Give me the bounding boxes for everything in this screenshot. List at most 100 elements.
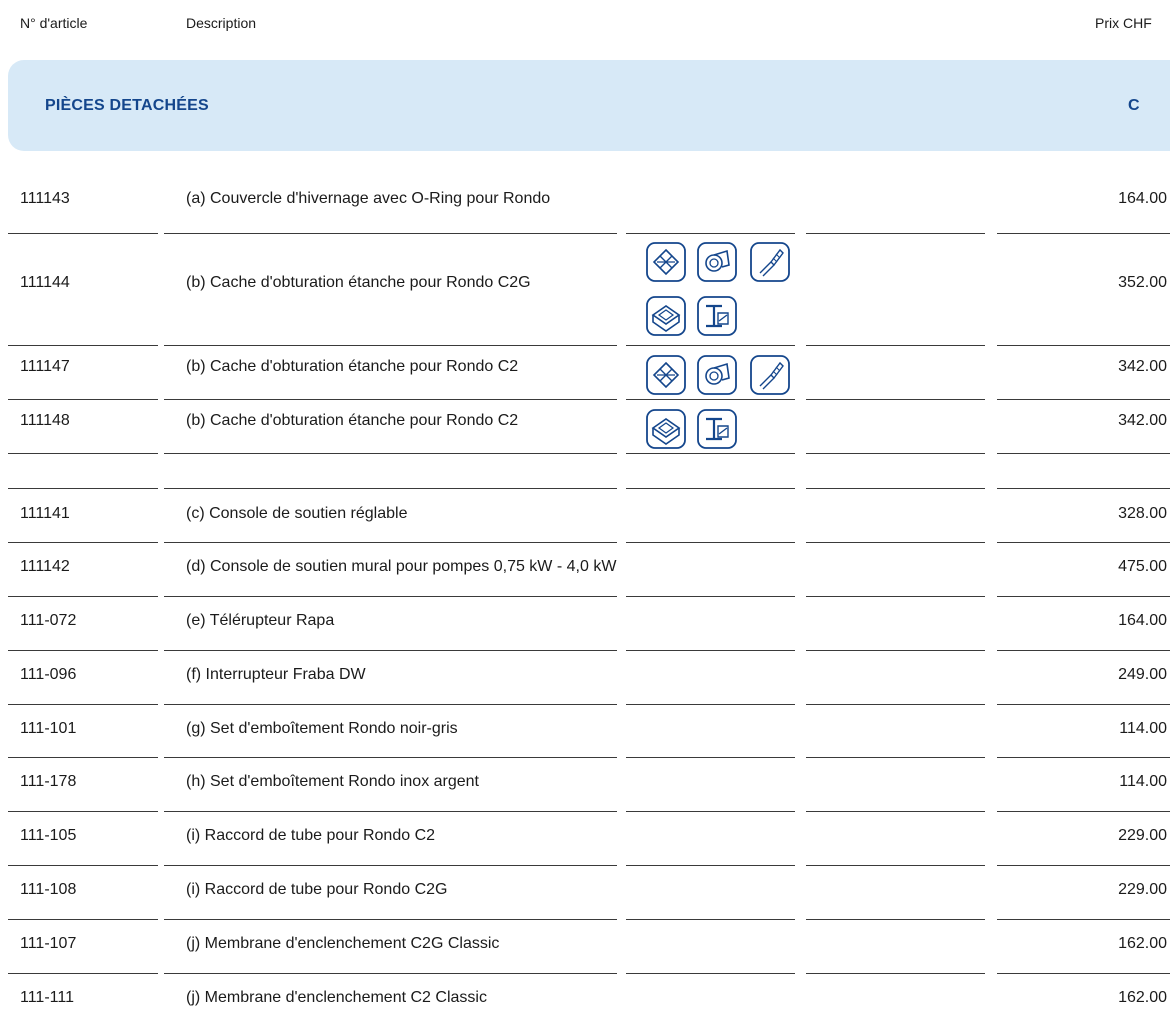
- row-divider: [164, 919, 617, 920]
- table-row-article: 111142: [20, 558, 70, 575]
- table-row-price: 229.00: [1118, 827, 1167, 844]
- table-row-description: (i) Raccord de tube pour Rondo C2: [186, 827, 436, 844]
- row-divider: [806, 488, 985, 489]
- row-divider: [8, 973, 158, 974]
- row-divider: [164, 488, 617, 489]
- row-divider: [626, 542, 795, 543]
- row-divider: [626, 488, 795, 489]
- row-divider: [164, 704, 617, 705]
- row-divider: [164, 757, 617, 758]
- row-divider: [8, 650, 158, 651]
- row-divider: [164, 453, 617, 454]
- column-header-article: N° d'article: [20, 15, 88, 31]
- roll-icon: [696, 241, 738, 283]
- row-divider: [806, 399, 985, 400]
- row-divider: [997, 919, 1170, 920]
- table-row-price: 328.00: [1118, 505, 1167, 522]
- table-row-description: (i) Raccord de tube pour Rondo C2G: [186, 881, 448, 898]
- table-row-description: (b) Cache d'obturation étanche pour Rond…: [186, 412, 519, 429]
- row-divider: [8, 453, 158, 454]
- row-divider: [626, 650, 795, 651]
- table-row-description: (b) Cache d'obturation étanche pour Rond…: [186, 358, 519, 375]
- ibeam-icon: [696, 408, 738, 450]
- row-divider: [806, 650, 985, 651]
- row-divider: [626, 596, 795, 597]
- row-divider: [626, 973, 795, 974]
- row-divider: [8, 919, 158, 920]
- table-row-description: (g) Set d'emboîtement Rondo noir-gris: [186, 720, 458, 737]
- row-divider: [164, 865, 617, 866]
- row-divider: [997, 399, 1170, 400]
- row-divider: [626, 233, 795, 234]
- row-divider: [8, 704, 158, 705]
- row-divider: [997, 865, 1170, 866]
- row-divider: [806, 233, 985, 234]
- brush-icon: [749, 354, 791, 396]
- row-divider: [806, 865, 985, 866]
- table-row-description: (j) Membrane d'enclenchement C2 Classic: [186, 989, 487, 1006]
- row-divider: [997, 453, 1170, 454]
- table-row-price: 475.00: [1118, 558, 1167, 575]
- row-divider: [997, 596, 1170, 597]
- row-divider: [997, 973, 1170, 974]
- tile-icon: [645, 241, 687, 283]
- row-divider: [8, 596, 158, 597]
- row-divider: [164, 650, 617, 651]
- row-divider: [997, 488, 1170, 489]
- table-row-price: 229.00: [1118, 881, 1167, 898]
- row-divider: [8, 757, 158, 758]
- row-divider: [806, 345, 985, 346]
- table-row-price: 164.00: [1118, 190, 1167, 207]
- row-divider: [164, 399, 617, 400]
- row-divider: [8, 233, 158, 234]
- table-row-price: 162.00: [1118, 989, 1167, 1006]
- table-row-article: 111-105: [20, 827, 77, 844]
- table-row-description: (d) Console de soutien mural pour pompes…: [186, 558, 617, 575]
- row-divider: [164, 596, 617, 597]
- row-divider: [164, 811, 617, 812]
- roll-icon: [696, 354, 738, 396]
- row-divider: [626, 865, 795, 866]
- table-row-price: 352.00: [1118, 274, 1167, 291]
- section-letter: C: [1128, 97, 1140, 114]
- table-row-description: (h) Set d'emboîtement Rondo inox argent: [186, 773, 479, 790]
- row-divider: [806, 919, 985, 920]
- table-row-description: (c) Console de soutien réglable: [186, 505, 408, 522]
- row-divider: [626, 757, 795, 758]
- table-row-article: 111143: [20, 190, 70, 207]
- row-divider: [997, 233, 1170, 234]
- row-divider: [997, 811, 1170, 812]
- section-title: PIÈCES DETACHÉES: [45, 97, 209, 114]
- table-row-description: (b) Cache d'obturation étanche pour Rond…: [186, 274, 531, 291]
- row-divider: [806, 542, 985, 543]
- table-row-price: 342.00: [1118, 358, 1167, 375]
- row-divider: [626, 453, 795, 454]
- row-divider: [626, 811, 795, 812]
- ibeam-icon: [696, 295, 738, 337]
- row-divider: [8, 811, 158, 812]
- table-row-article: 111-178: [20, 773, 77, 790]
- row-divider: [997, 704, 1170, 705]
- table-row-article: 111-107: [20, 935, 77, 952]
- row-divider: [626, 399, 795, 400]
- row-divider: [806, 704, 985, 705]
- box-icon: [645, 408, 687, 450]
- table-row-article: 111148: [20, 412, 70, 429]
- row-divider: [626, 345, 795, 346]
- row-divider: [164, 973, 617, 974]
- row-divider: [806, 973, 985, 974]
- column-header-description: Description: [186, 15, 257, 31]
- row-divider: [997, 345, 1170, 346]
- table-row-price: 114.00: [1119, 720, 1167, 737]
- table-row-price: 162.00: [1118, 935, 1167, 952]
- row-divider: [997, 542, 1170, 543]
- row-divider: [8, 488, 158, 489]
- table-row-description: (j) Membrane d'enclenchement C2G Classic: [186, 935, 500, 952]
- row-divider: [806, 811, 985, 812]
- row-divider: [806, 596, 985, 597]
- table-row-article: 111-108: [20, 881, 77, 898]
- row-divider: [8, 345, 158, 346]
- table-row-article: 111147: [20, 358, 70, 375]
- brush-icon: [749, 241, 791, 283]
- row-divider: [8, 542, 158, 543]
